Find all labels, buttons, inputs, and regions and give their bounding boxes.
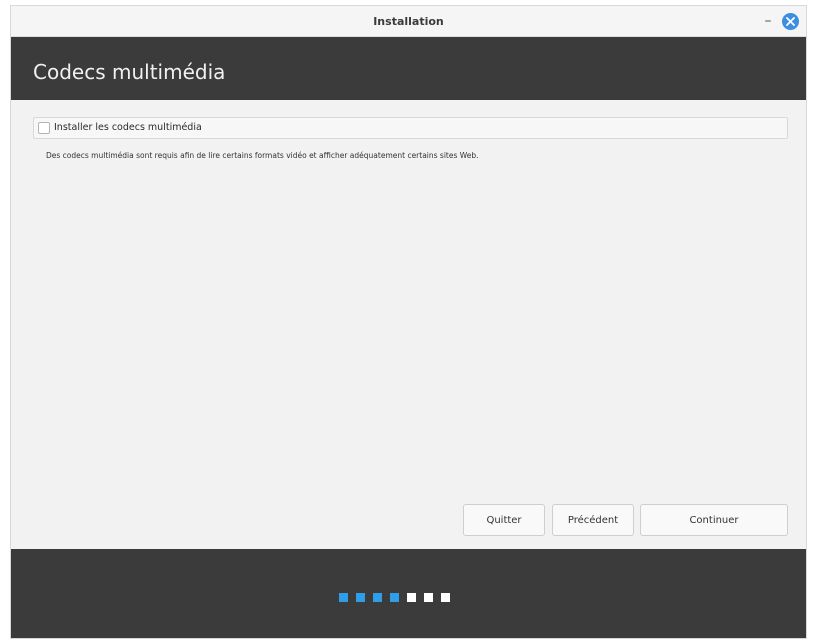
footer-bar: [11, 549, 806, 638]
progress-step-6: [424, 593, 433, 602]
progress-step-7: [441, 593, 450, 602]
install-codecs-option[interactable]: Installer les codecs multimédia: [33, 117, 788, 139]
page-header: Codecs multimédia: [11, 37, 806, 100]
progress-step-2: [356, 593, 365, 602]
install-codecs-label: Installer les codecs multimédia: [54, 122, 202, 133]
content-area: Installer les codecs multimédia Des code…: [11, 100, 806, 549]
page-title: Codecs multimédia: [33, 60, 226, 84]
title-bar[interactable]: Installation –: [11, 6, 806, 37]
progress-indicator: [339, 593, 450, 602]
close-icon[interactable]: [782, 13, 799, 30]
progress-step-4: [390, 593, 399, 602]
continue-button[interactable]: Continuer: [640, 504, 788, 536]
minimize-icon[interactable]: –: [759, 12, 777, 30]
progress-step-3: [373, 593, 382, 602]
progress-step-5: [407, 593, 416, 602]
previous-button[interactable]: Précédent: [552, 504, 634, 536]
codecs-description: Des codecs multimédia sont requis afin d…: [46, 151, 479, 160]
progress-step-1: [339, 593, 348, 602]
quit-button[interactable]: Quitter: [463, 504, 545, 536]
install-codecs-checkbox[interactable]: [38, 122, 50, 134]
installer-window: Installation – Codecs multimédia Install…: [10, 5, 807, 639]
window-title: Installation: [373, 15, 444, 28]
